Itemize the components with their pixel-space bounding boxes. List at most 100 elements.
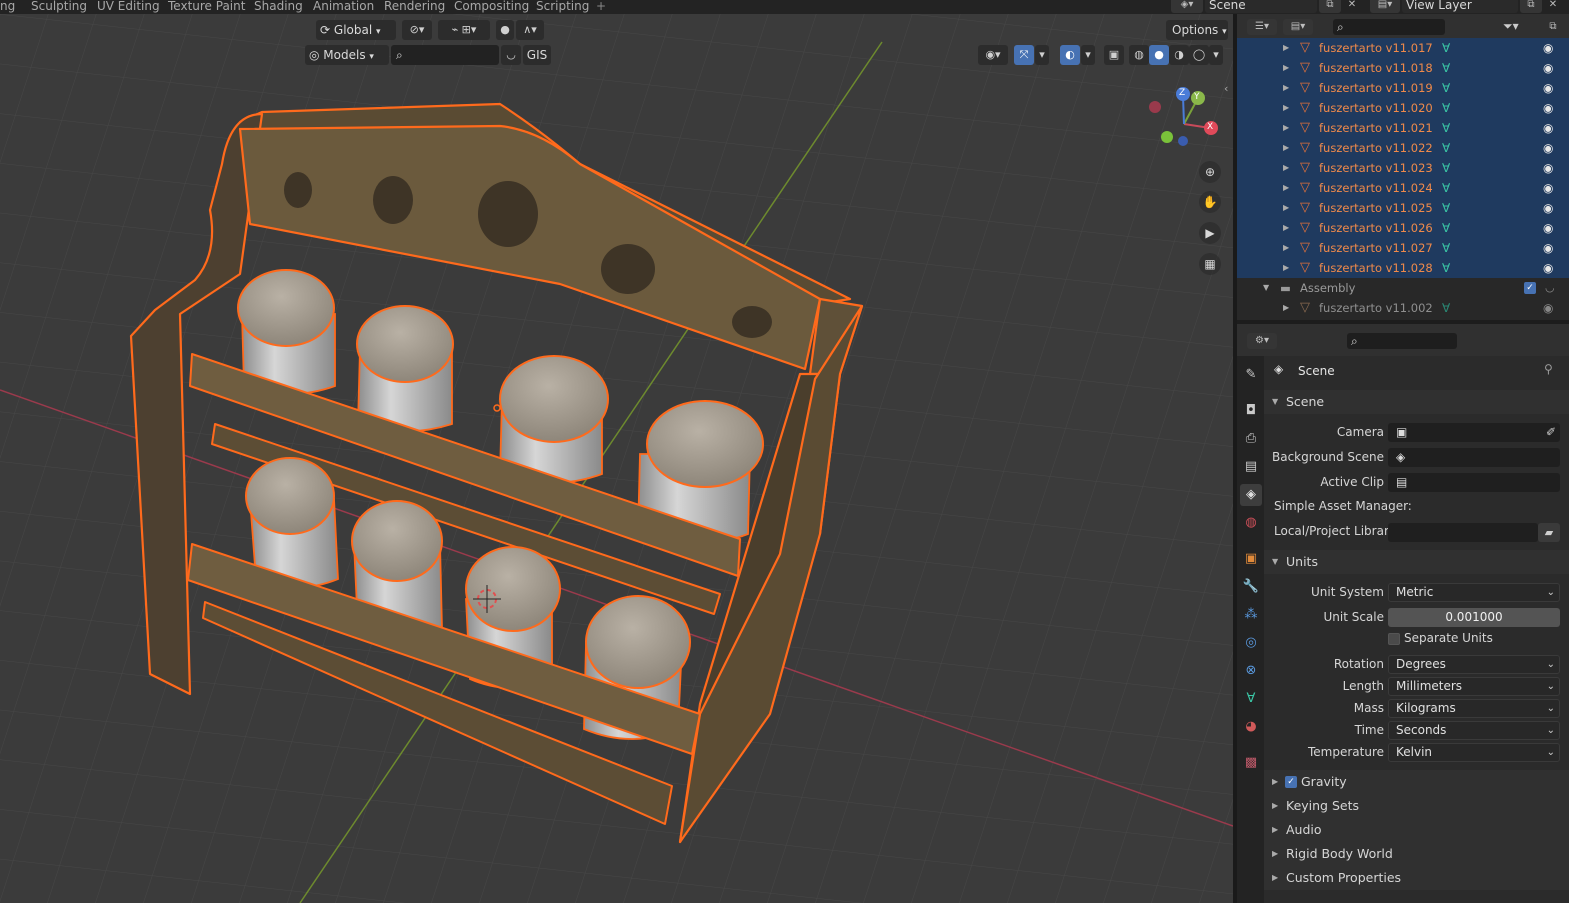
eye-icon[interactable]: ◉ — [1543, 158, 1553, 178]
outliner-item[interactable]: ▶ ▽ fuszertarto v11.027 ∀ ◉ — [1237, 238, 1569, 258]
outliner-item[interactable]: ▶ ▽ fuszertarto v11.020 ∀ ◉ — [1237, 98, 1569, 118]
mesh-data-icon[interactable]: ∀ — [1442, 218, 1450, 238]
new-scene-icon[interactable]: ⧉ — [1319, 0, 1341, 13]
eye-icon[interactable]: ◉ — [1543, 178, 1553, 198]
expand-arrow-icon[interactable]: ▶ — [1283, 218, 1289, 238]
outliner-item[interactable]: ▶ ▽ fuszertarto v11.028 ∀ ◉ — [1237, 258, 1569, 278]
view-layer-selector-icon[interactable]: ▤▾ — [1370, 0, 1400, 13]
local-library-field[interactable] — [1388, 523, 1538, 542]
eye-icon[interactable]: ◉ — [1543, 298, 1553, 318]
tab-uv-editing[interactable]: UV Editing — [97, 0, 160, 14]
mesh-data-icon[interactable]: ∀ — [1442, 258, 1450, 278]
folder-icon[interactable]: ▰ — [1538, 523, 1560, 542]
zoom-icon[interactable]: ⊕ — [1199, 161, 1221, 183]
outliner-search-input[interactable]: ⌕ — [1333, 19, 1445, 35]
pan-hand-icon[interactable]: ✋ — [1199, 191, 1221, 213]
keying-sets-panel-header[interactable]: ▶ Keying Sets — [1264, 794, 1569, 818]
eye-icon[interactable]: ◉ — [1543, 58, 1553, 78]
custom-properties-panel-header[interactable]: ▶ Custom Properties — [1264, 866, 1569, 890]
perspective-grid-icon[interactable]: ▦ — [1199, 253, 1221, 275]
visibility-icon[interactable]: ◉▾ — [978, 45, 1008, 65]
tab-modeling[interactable]: ng — [0, 0, 15, 14]
exclude-checkbox[interactable]: ✓ — [1524, 282, 1536, 294]
wireframe-shading-icon[interactable]: ◍ — [1129, 45, 1149, 65]
eye-icon[interactable]: ◉ — [1543, 78, 1553, 98]
filter-icon[interactable]: ⏷▾ — [1503, 19, 1519, 34]
eye-icon[interactable]: ◉ — [1543, 38, 1553, 58]
search-options-icon[interactable]: ◡ — [501, 45, 521, 65]
mesh-data-icon[interactable]: ∀ — [1442, 158, 1450, 178]
eye-icon[interactable]: ◉ — [1543, 118, 1553, 138]
gizmo-menu-icon[interactable]: ▾ — [1035, 45, 1049, 65]
tab-rendering[interactable]: Rendering — [384, 0, 445, 14]
overlay-menu-icon[interactable]: ▾ — [1081, 45, 1095, 65]
background-scene-field[interactable]: ◈ — [1388, 448, 1560, 467]
outliner-item[interactable]: ▶ ▽ fuszertarto v11.018 ∀ ◉ — [1237, 58, 1569, 78]
mesh-data-icon[interactable]: ∀ — [1442, 238, 1450, 258]
rotation-dropdown[interactable]: Degrees ⌄ — [1388, 655, 1560, 674]
expand-arrow-icon[interactable]: ▶ — [1283, 118, 1289, 138]
mesh-data-icon[interactable]: ∀ — [1442, 198, 1450, 218]
units-panel-header[interactable]: ▼ Units — [1264, 550, 1569, 574]
scene-name-field[interactable]: Scene — [1205, 0, 1317, 13]
mesh-data-icon[interactable]: ∀ — [1442, 98, 1450, 118]
tab-texture-paint[interactable]: Texture Paint — [168, 0, 245, 14]
shading-menu-icon[interactable]: ▾ — [1209, 45, 1223, 65]
physics-tab-icon[interactable]: ◎ — [1240, 632, 1262, 654]
options-dropdown[interactable]: Options ▾ — [1166, 20, 1228, 40]
new-view-layer-icon[interactable]: ⧉ — [1520, 0, 1542, 13]
collapse-arrow-icon[interactable]: ▼ — [1263, 278, 1269, 298]
delete-scene-icon[interactable]: ✕ — [1343, 0, 1361, 13]
length-dropdown[interactable]: Millimeters ⌄ — [1388, 677, 1560, 696]
active-clip-field[interactable]: ▤ — [1388, 473, 1560, 492]
overlay-toggle-icon[interactable]: ◐ — [1060, 45, 1080, 65]
audio-panel-header[interactable]: ▶ Audio — [1264, 818, 1569, 842]
camera-field[interactable]: ▣ ✐ — [1388, 423, 1560, 442]
mesh-data-icon[interactable]: ∀ — [1442, 298, 1450, 318]
mesh-data-icon[interactable]: ∀ — [1442, 38, 1450, 58]
eye-icon[interactable]: ◉ — [1543, 138, 1553, 158]
outliner-item[interactable]: ▶ ▽ fuszertarto v11.026 ∀ ◉ — [1237, 218, 1569, 238]
solid-shading-icon[interactable]: ● — [1149, 45, 1169, 65]
outliner-item[interactable]: ▶ ▽ fuszertarto v11.022 ∀ ◉ — [1237, 138, 1569, 158]
properties-search-input[interactable]: ⌕ — [1347, 333, 1457, 349]
expand-arrow-icon[interactable]: ▶ — [1283, 198, 1289, 218]
rendered-shading-icon[interactable]: ◯ — [1189, 45, 1209, 65]
3d-viewport[interactable]: X Y Z ⟳ Global ▾ ⊘▾ ⌁ ⊞▾ ● ∧▾ Options ▾ … — [0, 14, 1233, 903]
unit-scale-field[interactable]: 0.001000 — [1388, 608, 1560, 627]
editor-type-icon[interactable]: ⚙▾ — [1247, 333, 1277, 349]
add-workspace-button[interactable]: + — [596, 0, 606, 14]
expand-arrow-icon[interactable]: ▶ — [1283, 238, 1289, 258]
camera-view-icon[interactable]: ▶ — [1199, 222, 1221, 244]
eye-icon[interactable]: ◉ — [1543, 98, 1553, 118]
mesh-data-icon[interactable]: ∀ — [1442, 78, 1450, 98]
unit-system-dropdown[interactable]: Metric ⌄ — [1388, 583, 1560, 602]
filter-display-icon[interactable]: ▤▾ — [1283, 19, 1313, 35]
mesh-data-icon[interactable]: ∀ — [1442, 138, 1450, 158]
gis-button[interactable]: GIS — [523, 45, 551, 65]
view-layer-name-field[interactable]: View Layer — [1402, 0, 1518, 13]
tab-compositing[interactable]: Compositing — [454, 0, 529, 14]
proportional-edit-icon[interactable]: ● — [496, 20, 514, 40]
expand-arrow-icon[interactable]: ▶ — [1283, 298, 1289, 318]
eye-closed-icon[interactable]: ◡ — [1545, 278, 1555, 298]
gizmo-toggle-icon[interactable]: ⤧ — [1014, 45, 1034, 65]
new-collection-icon[interactable]: ⧉ — [1543, 19, 1563, 35]
outliner-item[interactable]: ▶ ▽ fuszertarto v11.024 ∀ ◉ — [1237, 178, 1569, 198]
outliner-item[interactable]: ▶ ▽ fuszertarto v11.025 ∀ ◉ — [1237, 198, 1569, 218]
xray-toggle-icon[interactable]: ▣ — [1104, 45, 1124, 65]
outliner-item[interactable]: ▶ ▽ fuszertarto v11.002 ∀ ◉ — [1237, 298, 1569, 318]
expand-arrow-icon[interactable]: ▶ — [1283, 138, 1289, 158]
scene-panel-header[interactable]: ▼ Scene — [1264, 390, 1569, 414]
eye-icon[interactable]: ◉ — [1543, 218, 1553, 238]
world-tab-icon[interactable]: ◍ — [1240, 512, 1262, 534]
outliner-collection[interactable]: ▼ ▬ Assembly ✓ ◡ — [1237, 278, 1569, 298]
tab-animation[interactable]: Animation — [313, 0, 374, 14]
sidebar-toggle-icon[interactable]: ‹ — [1224, 82, 1228, 95]
asset-library-dropdown[interactable]: ◎ Models ▾ — [305, 45, 389, 65]
expand-arrow-icon[interactable]: ▶ — [1283, 38, 1289, 58]
eye-icon[interactable]: ◉ — [1543, 198, 1553, 218]
mesh-data-icon[interactable]: ∀ — [1442, 178, 1450, 198]
mesh-data-icon[interactable]: ∀ — [1442, 58, 1450, 78]
expand-arrow-icon[interactable]: ▶ — [1283, 78, 1289, 98]
